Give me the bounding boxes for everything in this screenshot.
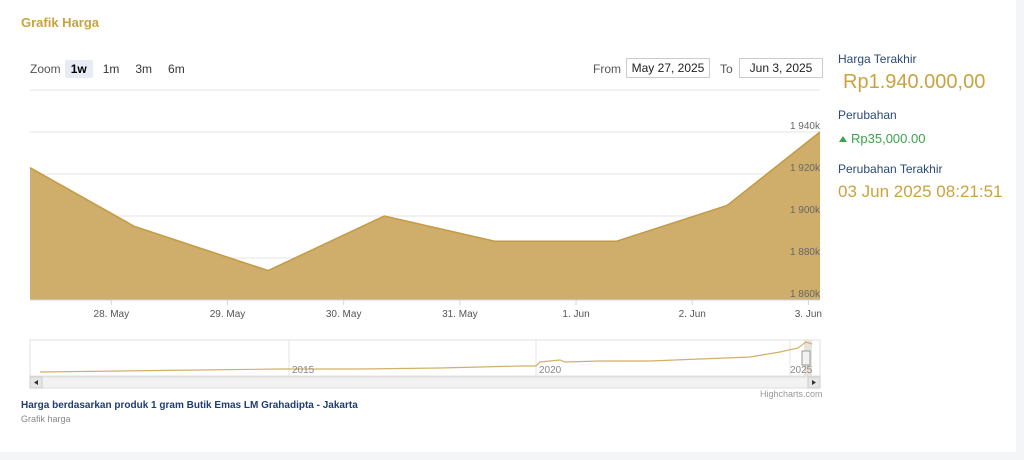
x-tick-label: 29. May (210, 309, 246, 320)
chart-card: Grafik Harga Zoom 1w 1m 3m 6m From May 2… (0, 0, 1016, 452)
change-row: Rp35,000.00 (838, 131, 925, 146)
x-tick-label: 2. Jun (679, 309, 706, 320)
arrow-up-icon (839, 135, 847, 142)
y-tick-label: 1 940k (790, 121, 821, 132)
navigator-handle[interactable] (801, 350, 811, 366)
x-tick-label: 1. Jun (562, 309, 589, 320)
chart-subcaption: Grafik harga (21, 414, 71, 424)
change-label: Perubahan (838, 108, 897, 122)
chart-caption: Harga berdasarkan produk 1 gram Butik Em… (21, 400, 358, 411)
y-tick-label: 1 920k (790, 163, 821, 174)
navigator-label-2025: 2025 (790, 365, 813, 376)
navigator-label-2015: 2015 (292, 365, 315, 376)
last-price-label: Harga Terakhir (838, 52, 917, 66)
navigator-label-2020: 2020 (539, 365, 562, 376)
y-tick-label: 1 900k (790, 205, 821, 216)
y-tick-label: 1 880k (790, 247, 821, 258)
last-change-label: Perubahan Terakhir (838, 162, 943, 176)
last-change-value: 03 Jun 2025 08:21:51 (838, 182, 1003, 201)
y-tick-label: 1 860k (790, 289, 821, 300)
last-price-value: Rp1.940.000,00 (843, 71, 986, 93)
change-value: Rp35,000.00 (851, 131, 926, 146)
highcharts-credits[interactable]: Highcharts.com (760, 389, 823, 399)
x-tick-label: 30. May (326, 309, 362, 320)
x-tick-label: 31. May (442, 309, 478, 320)
x-axis: 28. May 29. May 30. May 31. May 1. Jun 2. Jun… (30, 299, 822, 320)
x-tick-label: 3. Jun (795, 309, 822, 320)
x-tick-label: 28. May (94, 309, 130, 320)
scrollbar-track[interactable] (29, 376, 821, 389)
